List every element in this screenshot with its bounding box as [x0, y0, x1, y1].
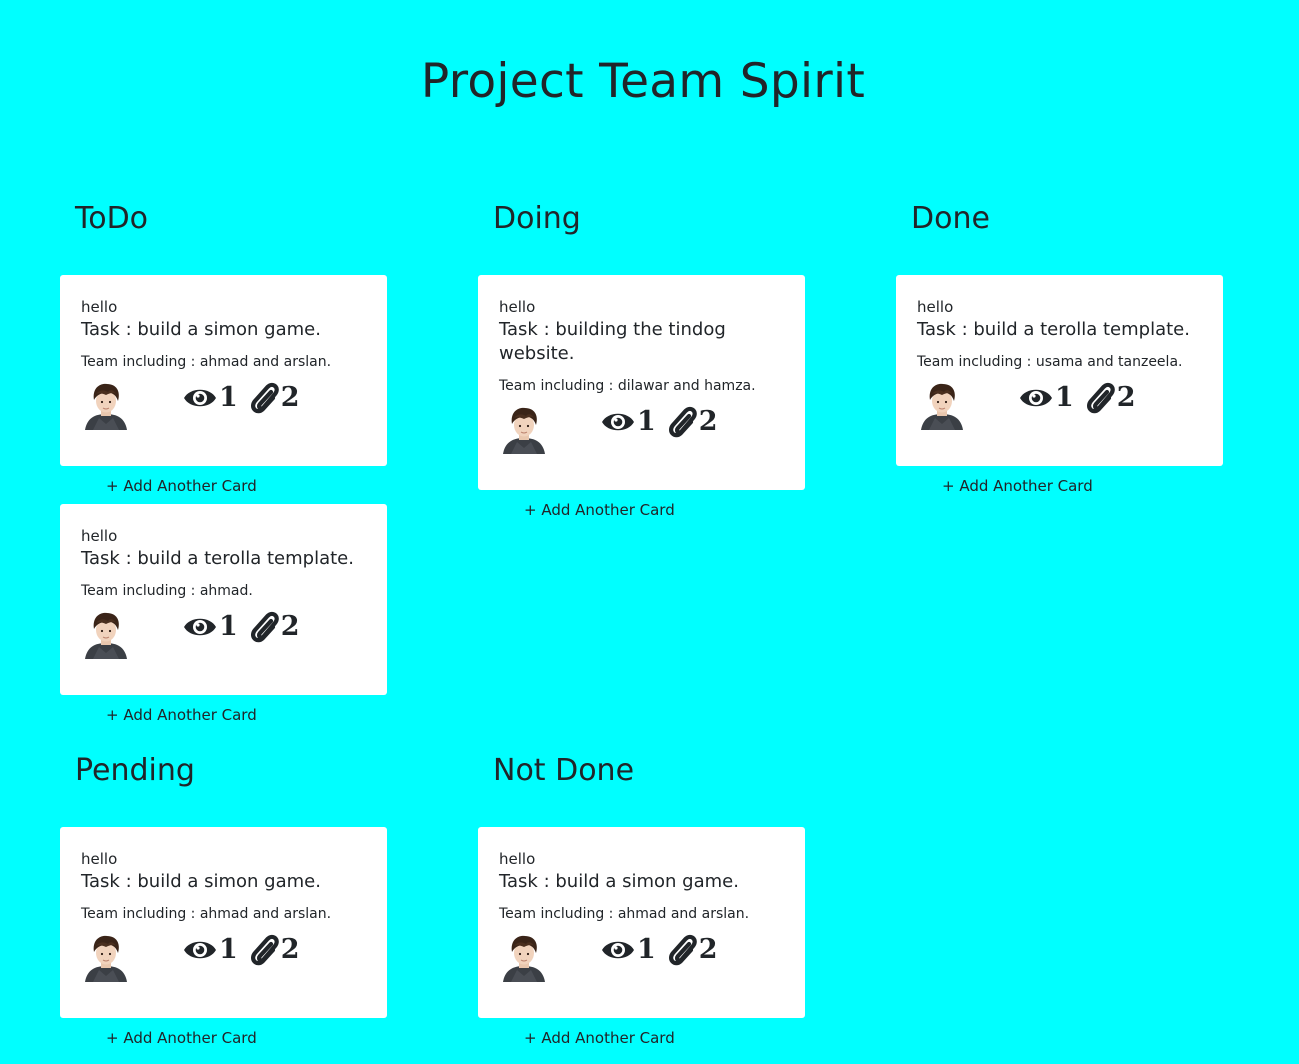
card-footer: 1 2	[81, 378, 366, 436]
attachments-count: 2	[698, 934, 718, 965]
views-count: 1	[637, 406, 656, 437]
task-card[interactable]: hello Task : build a simon game. Team in…	[60, 275, 387, 466]
user-avatar	[81, 932, 131, 982]
eye-icon	[600, 405, 636, 439]
views-count: 1	[219, 382, 238, 413]
views-count: 1	[219, 934, 238, 965]
card-team: Team including : ahmad and arslan.	[499, 906, 750, 922]
add-card-button[interactable]: + Add Another Card	[524, 500, 675, 520]
user-avatar	[81, 380, 131, 430]
list-title: Not Done	[493, 753, 635, 788]
card-team: Team including : ahmad and arslan.	[81, 354, 332, 370]
card-stats: 1 2	[1018, 381, 1136, 415]
user-avatar	[81, 609, 131, 659]
card-team: Team including : dilawar and hamza.	[499, 378, 756, 394]
card-task: Task : build a terolla template.	[81, 548, 354, 569]
card-task: Task : building the tindog website.	[499, 319, 726, 364]
card-stats: 1 2	[600, 405, 718, 439]
paperclip-icon	[668, 933, 698, 967]
card-team: Team including : ahmad.	[81, 583, 253, 599]
paperclip-icon	[668, 405, 698, 439]
list-title: Pending	[75, 753, 195, 788]
card-greeting: hello	[81, 527, 118, 545]
card-footer: 1 2	[499, 930, 784, 988]
list-title: ToDo	[75, 201, 149, 236]
views-count: 1	[637, 934, 656, 965]
task-card[interactable]: hello Task : build a simon game. Team in…	[60, 827, 387, 1018]
eye-icon	[182, 381, 218, 415]
eye-icon	[182, 610, 218, 644]
task-card[interactable]: hello Task : build a terolla template. T…	[60, 504, 387, 695]
list-title: Doing	[493, 201, 581, 236]
attachments-count: 2	[280, 611, 300, 642]
eye-icon	[600, 933, 636, 967]
paperclip-icon	[250, 381, 280, 415]
add-card-button[interactable]: + Add Another Card	[106, 476, 257, 496]
list-pending: Pending hello Task : build a simon game.…	[60, 751, 400, 1061]
card-greeting: hello	[499, 298, 536, 316]
eye-icon	[1018, 381, 1054, 415]
user-avatar	[499, 932, 549, 982]
card-team: Team including : ahmad and arslan.	[81, 906, 332, 922]
list-title: Done	[911, 201, 990, 236]
views-count: 1	[219, 611, 238, 642]
card-footer: 1 2	[499, 402, 784, 460]
list-done: Done hello Task : build a terolla templa…	[896, 199, 1236, 509]
task-card[interactable]: hello Task : build a simon game. Team in…	[478, 827, 805, 1018]
add-card-button[interactable]: + Add Another Card	[524, 1028, 675, 1048]
card-stats: 1 2	[182, 381, 300, 415]
card-stats: 1 2	[182, 933, 300, 967]
card-footer: 1 2	[917, 378, 1202, 436]
views-count: 1	[1055, 382, 1074, 413]
attachments-count: 2	[280, 934, 300, 965]
card-footer: 1 2	[81, 930, 366, 988]
paperclip-icon	[1086, 381, 1116, 415]
card-task: Task : build a simon game.	[499, 871, 739, 892]
user-avatar	[499, 404, 549, 454]
task-card[interactable]: hello Task : build a terolla template. T…	[896, 275, 1223, 466]
attachments-count: 2	[280, 382, 300, 413]
page-title: Project Team Spirit	[420, 54, 866, 109]
task-card[interactable]: hello Task : building the tindog website…	[478, 275, 805, 490]
card-task: Task : build a terolla template.	[917, 319, 1190, 340]
list-doing: Doing hello Task : building the tindog w…	[478, 199, 818, 529]
user-avatar	[917, 380, 967, 430]
add-card-button[interactable]: + Add Another Card	[942, 476, 1093, 496]
card-greeting: hello	[81, 298, 118, 316]
card-greeting: hello	[499, 850, 536, 868]
card-task: Task : build a simon game.	[81, 871, 321, 892]
add-card-button[interactable]: + Add Another Card	[106, 1028, 257, 1048]
card-stats: 1 2	[182, 610, 300, 644]
add-card-button[interactable]: + Add Another Card	[106, 705, 257, 725]
paperclip-icon	[250, 610, 280, 644]
card-stats: 1 2	[600, 933, 718, 967]
card-greeting: hello	[81, 850, 118, 868]
list-todo: ToDo hello Task : build a simon game. Te…	[60, 199, 400, 739]
card-task: Task : build a simon game.	[81, 319, 321, 340]
attachments-count: 2	[698, 406, 718, 437]
card-greeting: hello	[917, 298, 954, 316]
card-footer: 1 2	[81, 607, 366, 665]
card-team: Team including : usama and tanzeela.	[917, 354, 1183, 370]
eye-icon	[182, 933, 218, 967]
paperclip-icon	[250, 933, 280, 967]
attachments-count: 2	[1116, 382, 1136, 413]
list-not-done: Not Done hello Task : build a simon game…	[478, 751, 818, 1061]
